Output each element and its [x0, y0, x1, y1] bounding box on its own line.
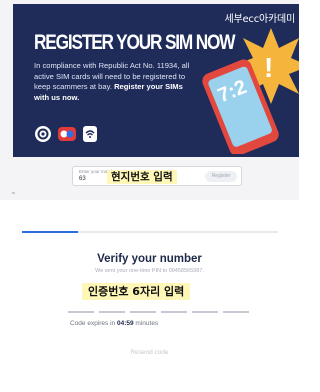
partner-logos — [35, 126, 97, 142]
expiry-time: 04:59 — [116, 320, 134, 327]
gov-seal-logo-icon — [35, 126, 51, 142]
otp-digit-1[interactable] — [68, 311, 94, 313]
sim-registration-panel: 세부ecc아카데미 REGISTER YOUR SIM NOW In compl… — [0, 0, 299, 200]
verify-title: Verify your number — [97, 253, 202, 265]
divider — [12, 192, 15, 194]
banner-body-text: In compliance with Republic Act No. 1193… — [34, 61, 194, 103]
register-button[interactable]: Register — [205, 171, 237, 182]
otp-digit-5[interactable] — [192, 311, 218, 313]
otp-digit-3[interactable] — [130, 311, 156, 313]
code-expiry-text: Code expires in 04:59 minutes — [70, 320, 158, 327]
expiry-prefix: Code expires in — [70, 320, 116, 327]
alert-exclamation-icon: ! — [264, 52, 273, 83]
sim-registration-banner: 세부ecc아카데미 REGISTER YOUR SIM NOW In compl… — [13, 4, 299, 157]
agency-logo-icon — [83, 126, 97, 142]
progress-bar — [22, 231, 278, 233]
otp-digit-2[interactable] — [99, 311, 125, 313]
otp-digit-6[interactable] — [223, 311, 249, 313]
phone-alert-illustration: 7:2 ! — [202, 28, 299, 154]
otp-sent-text: We sent your one-time PIN to 09458565987… — [95, 268, 204, 274]
progress-fill — [22, 231, 79, 233]
otp-digit-4[interactable] — [161, 311, 187, 313]
code-entry-hint: 인증번호 6자리 입력 — [82, 283, 191, 300]
local-number-hint: 현지번호 입력 — [107, 170, 177, 184]
country-code[interactable]: 63 — [79, 176, 86, 182]
verify-number-panel: Verify your number We sent your one-time… — [0, 207, 299, 392]
partner-logo-icon — [58, 127, 76, 141]
mobile-number-field[interactable]: Enter your mobile number 63 현지번호 입력 Regi… — [72, 166, 242, 186]
resend-code-link[interactable]: Resend code — [0, 349, 299, 356]
watermark-text: 세부ecc아카데미 — [224, 14, 295, 25]
expiry-suffix: minutes — [135, 320, 159, 327]
